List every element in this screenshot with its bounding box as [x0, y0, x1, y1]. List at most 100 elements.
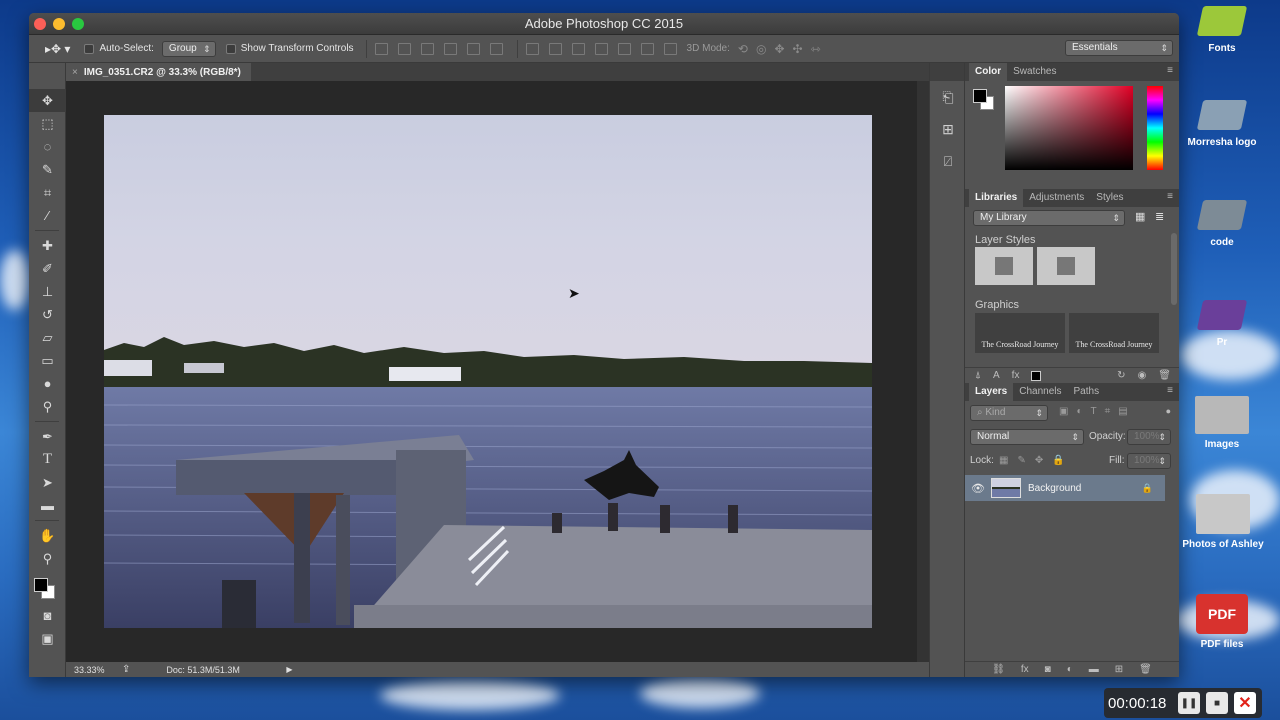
show-transform-checkbox[interactable]	[225, 43, 236, 54]
zoom-level[interactable]: 33.33%	[74, 665, 122, 675]
desktop-icon-code[interactable]: code	[1182, 196, 1262, 266]
layer-row[interactable]: 👁 Background 🔒	[965, 475, 1165, 501]
filter-toggle-icon[interactable]: ●	[1166, 406, 1171, 416]
align-vcenter-icon[interactable]	[397, 42, 411, 55]
tab-styles[interactable]: Styles	[1090, 189, 1129, 207]
distribute-hcenter-icon[interactable]	[617, 42, 631, 55]
tab-layers[interactable]: Layers	[969, 383, 1014, 401]
window-minimize-button[interactable]	[53, 18, 65, 30]
hue-slider[interactable]	[1147, 86, 1163, 170]
color-picker-field[interactable]	[1005, 86, 1133, 170]
layer-style-thumb[interactable]	[975, 247, 1033, 285]
new-group-icon[interactable]: ▬	[1089, 664, 1099, 675]
adjustment-layer-icon[interactable]: ◐	[1067, 664, 1073, 675]
library-sync-icon[interactable]: ↻	[1117, 370, 1125, 381]
3d-pan-icon[interactable]: ✥	[774, 42, 784, 56]
healing-brush-tool-icon[interactable]: ✚	[29, 234, 66, 257]
layer-style-thumb[interactable]	[1037, 247, 1095, 285]
desktop-icon-images[interactable]: Images	[1182, 394, 1262, 466]
layer-mask-icon[interactable]: ◙	[1045, 664, 1051, 675]
align-hcenter-icon[interactable]	[466, 42, 480, 55]
auto-align-icon[interactable]	[663, 42, 677, 55]
align-left-icon[interactable]	[443, 42, 457, 55]
auto-select-checkbox[interactable]	[84, 43, 95, 54]
layer-name[interactable]: Background	[1028, 483, 1081, 494]
eyedropper-tool-icon[interactable]: ⁄	[29, 204, 66, 227]
new-layer-icon[interactable]: ⊞	[1115, 664, 1123, 675]
move-tool-preset-icon[interactable]: ▸✥ ▾	[45, 42, 70, 56]
auto-select-dropdown[interactable]: Group	[161, 40, 216, 57]
graphic-thumb[interactable]: The CrossRoad Journey	[975, 313, 1065, 353]
desktop-icon-pdf-files[interactable]: PDF PDF files	[1182, 592, 1262, 664]
add-text-icon[interactable]: A	[993, 370, 1000, 381]
brush-panel-icon[interactable]: ⍁	[930, 145, 966, 177]
desktop-icon-fonts[interactable]: Fonts	[1182, 0, 1262, 66]
color-swatches[interactable]	[29, 570, 66, 604]
document-tab[interactable]: × IMG_0351.CR2 @ 33.3% (RGB/8*)	[66, 63, 251, 81]
distribute-top-icon[interactable]	[525, 42, 539, 55]
brush-tool-icon[interactable]: ✐	[29, 257, 66, 280]
distribute-bottom-icon[interactable]	[571, 42, 585, 55]
tab-adjustments[interactable]: Adjustments	[1023, 189, 1090, 207]
window-maximize-button[interactable]	[72, 18, 84, 30]
foreground-color-swatch[interactable]	[34, 578, 48, 592]
desktop-icon-morresha-logo[interactable]: Morresha logo	[1180, 96, 1264, 166]
tab-libraries[interactable]: Libraries	[969, 189, 1024, 207]
panel-menu-icon[interactable]: ≡	[1167, 385, 1173, 396]
tab-swatches[interactable]: Swatches	[1007, 63, 1062, 81]
link-layers-icon[interactable]: ⛓	[992, 664, 1005, 675]
stop-icon[interactable]: ■	[1206, 692, 1228, 714]
pause-icon[interactable]: ❚❚	[1178, 692, 1200, 714]
quick-mask-icon[interactable]: ◙	[29, 604, 66, 627]
desktop-icon-photos-of-ashley[interactable]: Photos of Ashley	[1176, 492, 1270, 564]
library-select[interactable]: My Library	[973, 210, 1125, 226]
status-menu-arrow-icon[interactable]: ▶	[286, 665, 292, 674]
hand-tool-icon[interactable]: ✋	[29, 524, 66, 547]
move-tool-icon[interactable]: ✥	[29, 89, 66, 112]
path-select-tool-icon[interactable]: ➤	[29, 471, 66, 494]
tab-close-icon[interactable]: ×	[72, 67, 78, 78]
tab-color[interactable]: Color	[969, 63, 1008, 81]
tab-channels[interactable]: Channels	[1013, 383, 1067, 401]
blend-mode-select[interactable]: Normal	[970, 429, 1084, 445]
clone-stamp-tool-icon[interactable]: ⊥	[29, 280, 66, 303]
blur-tool-icon[interactable]: ●	[29, 372, 66, 395]
crop-tool-icon[interactable]: ⌗	[29, 181, 66, 204]
zoom-tool-icon[interactable]: ⚲	[29, 547, 66, 570]
delete-layer-icon[interactable]: 🗑	[1139, 664, 1152, 675]
marquee-tool-icon[interactable]: ⬚	[29, 112, 66, 135]
align-right-icon[interactable]	[489, 42, 503, 55]
3d-slide-icon[interactable]: ✣	[793, 42, 803, 56]
fill-field[interactable]: 100%	[1127, 453, 1171, 469]
add-graphic-icon[interactable]: ⍋	[975, 370, 981, 381]
dodge-tool-icon[interactable]: ⚲	[29, 395, 66, 418]
layer-style-icon[interactable]: fx	[1021, 664, 1029, 675]
cc-icon[interactable]: ◉	[1138, 370, 1147, 381]
layer-visibility-eye-icon[interactable]: 👁	[965, 482, 991, 495]
add-color-icon[interactable]	[1031, 370, 1042, 381]
title-bar[interactable]: Adobe Photoshop CC 2015	[29, 13, 1179, 35]
align-top-icon[interactable]	[374, 42, 388, 55]
3d-scale-icon[interactable]: ⇿	[811, 42, 821, 56]
list-view-icon[interactable]: ≣	[1155, 210, 1164, 223]
align-bottom-icon[interactable]	[420, 42, 434, 55]
distribute-vcenter-icon[interactable]	[548, 42, 562, 55]
distribute-right-icon[interactable]	[640, 42, 654, 55]
layer-filter-select[interactable]: ⌕ Kind	[970, 405, 1048, 421]
canvas-scrollbar[interactable]	[917, 81, 929, 662]
type-tool-icon[interactable]: T	[29, 448, 66, 471]
panel-menu-icon[interactable]: ≡	[1167, 191, 1173, 202]
grid-view-icon[interactable]: ▦	[1135, 210, 1145, 223]
panel-menu-icon[interactable]: ≡	[1167, 65, 1173, 76]
cancel-recording-icon[interactable]: ✕	[1234, 692, 1256, 714]
lasso-tool-icon[interactable]: ◌	[29, 135, 66, 158]
library-delete-icon[interactable]: 🗑	[1158, 370, 1171, 381]
gradient-tool-icon[interactable]: ▭	[29, 349, 66, 372]
layer-filter-icons[interactable]: ▣◐T⌗▤	[1059, 406, 1136, 417]
document-image[interactable]: ➤	[104, 115, 872, 628]
eraser-tool-icon[interactable]: ▱	[29, 326, 66, 349]
shape-tool-icon[interactable]: ▬	[29, 494, 66, 517]
3d-orbit-icon[interactable]: ⟲	[738, 42, 748, 56]
history-panel-icon[interactable]: ⎗	[930, 81, 966, 113]
screen-mode-icon[interactable]: ▣	[29, 627, 66, 650]
